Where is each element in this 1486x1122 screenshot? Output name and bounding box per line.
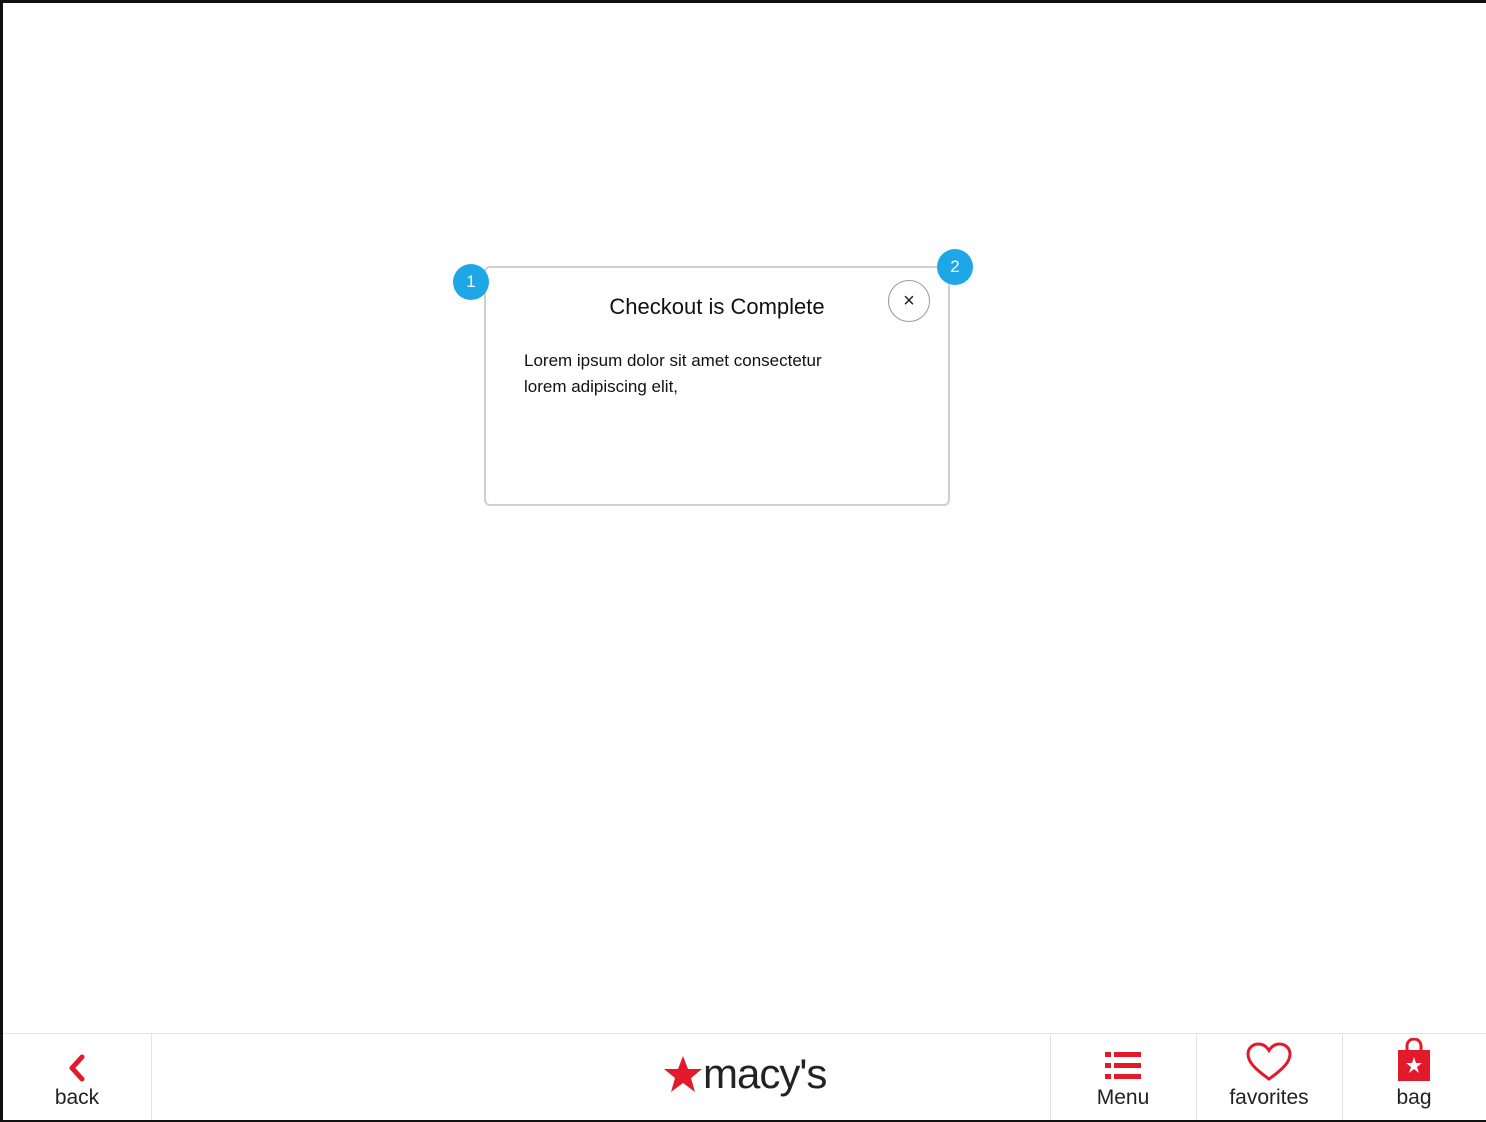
dialog-title: Checkout is Complete: [609, 294, 825, 319]
annotation-marker-2: 2: [937, 249, 973, 285]
frame-border-left: [0, 0, 3, 1122]
close-icon: ×: [903, 289, 915, 312]
back-button[interactable]: back: [3, 1034, 151, 1120]
shopping-bag-icon: [1398, 1038, 1430, 1081]
dialog-body: Lorem ipsum dolor sit amet consectetur l…: [524, 348, 884, 400]
list-icon: [1105, 1052, 1141, 1079]
dialog-body-line: Lorem ipsum dolor sit amet consectetur: [524, 351, 822, 370]
heart-icon: [1246, 1042, 1292, 1081]
macys-logo[interactable]: macy's: [663, 1050, 827, 1098]
logo-wordmark: macy's: [703, 1050, 827, 1097]
checkout-complete-dialog: Checkout is Complete × Lorem ipsum dolor…: [484, 266, 950, 506]
bottom-nav-bar: back macy's Menu favorites bag: [3, 1033, 1486, 1120]
dialog-body-line: lorem adipiscing elit,: [524, 377, 679, 396]
favorites-button[interactable]: favorites: [1196, 1034, 1342, 1120]
back-label: back: [54, 1086, 100, 1109]
menu-label: Menu: [1096, 1086, 1150, 1109]
bag-label: bag: [1396, 1086, 1432, 1109]
chevron-left-icon: [69, 1054, 85, 1082]
star-icon: [664, 1056, 702, 1092]
bag-button[interactable]: bag: [1342, 1034, 1486, 1120]
frame-border-top: [0, 0, 1486, 3]
nav-divider: [151, 1034, 152, 1120]
menu-button[interactable]: Menu: [1050, 1034, 1196, 1120]
close-button[interactable]: ×: [888, 280, 930, 322]
favorites-label: favorites: [1229, 1086, 1309, 1109]
annotation-marker-1: 1: [453, 264, 489, 300]
